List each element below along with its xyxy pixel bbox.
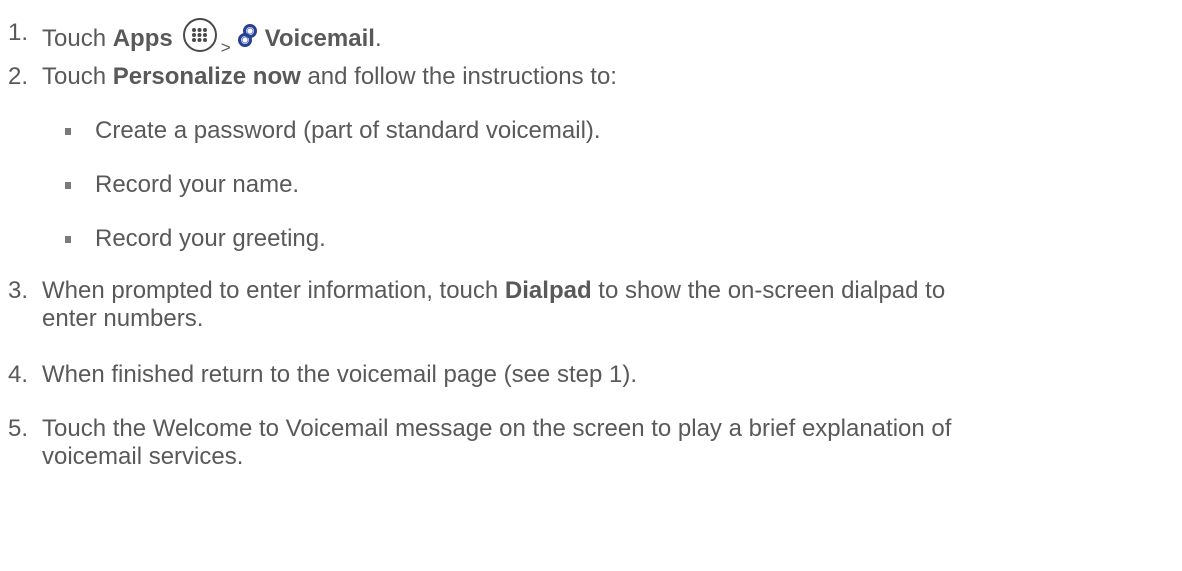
step-text: When finished return to the voicemail pa… xyxy=(42,361,637,388)
personalize-now-label: Personalize now xyxy=(112,63,301,90)
step-number: 5. xyxy=(7,415,28,442)
step-text: Touch the Welcome to Voicemail message o… xyxy=(42,415,952,442)
step-text-continued: enter numbers. xyxy=(42,305,204,332)
step-number: 1. xyxy=(7,19,28,46)
dialpad-label: Dialpad xyxy=(504,277,592,304)
step-text: Touch Apps > Voicemail. xyxy=(42,18,382,63)
instruction-document: 1. Touch Apps > Voicemail. 2. Touch Person… xyxy=(0,0,1182,571)
step-text: Touch Personalize now and follow the ins… xyxy=(42,63,617,90)
step-number: 2. xyxy=(7,63,28,90)
apps-label: Apps xyxy=(112,25,173,52)
voicemail-label: Voicemail xyxy=(264,25,375,52)
step-text: When prompted to enter information, touc… xyxy=(42,277,946,304)
step-text-continued: voicemail services. xyxy=(42,443,244,470)
separator-arrow: > xyxy=(220,38,231,57)
step-number: 4. xyxy=(7,361,28,388)
step-number: 3. xyxy=(7,277,28,304)
voicemail-icon xyxy=(237,24,259,48)
apps-grid-icon xyxy=(182,18,217,52)
bullet-square-icon xyxy=(65,236,71,243)
bullet-square-icon xyxy=(65,128,71,135)
bullet-square-icon xyxy=(65,182,71,189)
